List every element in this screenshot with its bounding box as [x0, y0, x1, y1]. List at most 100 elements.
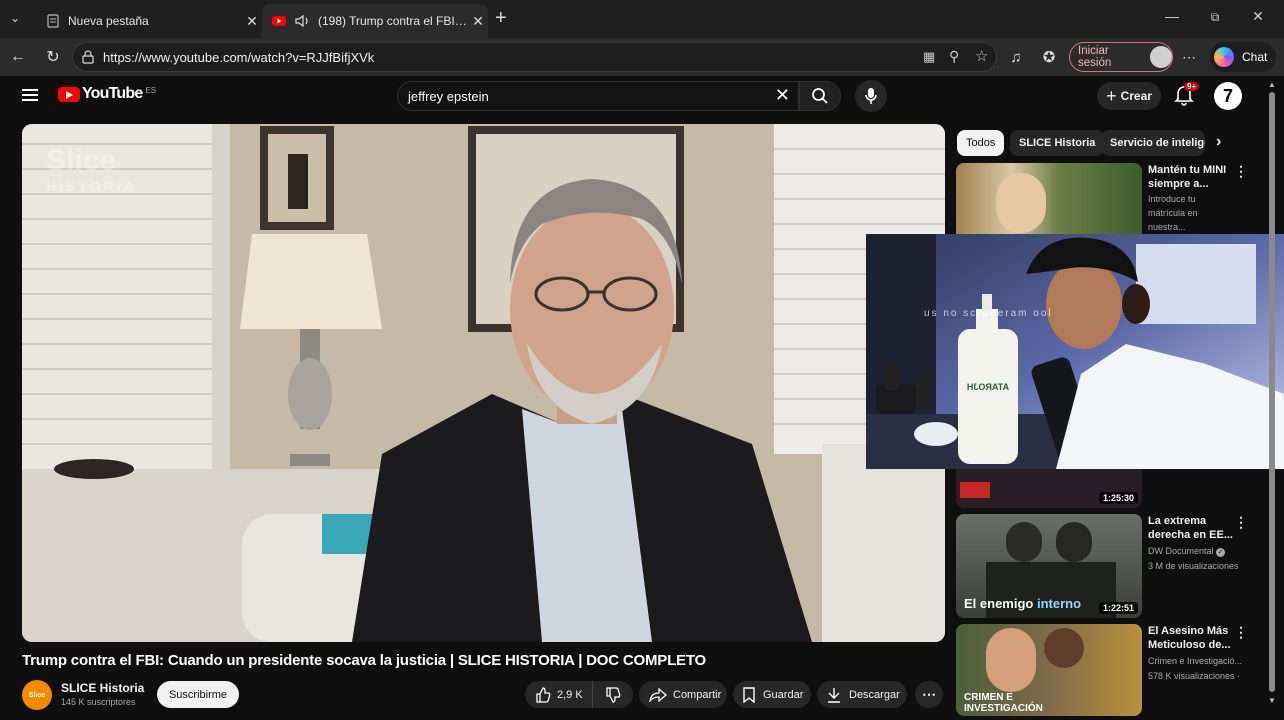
video-thumbnail: El enemigo interno 1:22:51: [956, 514, 1142, 618]
tab-title: (198) Trump contra el FBI: Cua: [318, 14, 468, 28]
subscribe-button[interactable]: Suscribirme: [157, 681, 239, 708]
back-arrow-icon[interactable]: ←: [7, 46, 29, 68]
new-tab-plus-icon[interactable]: +: [495, 7, 507, 30]
favorite-star-icon[interactable]: ☆: [975, 47, 988, 65]
notifications-button[interactable]: 9+: [1174, 82, 1200, 108]
picture-in-picture-video[interactable]: us no scroneram ool ATAROJH: [866, 234, 1284, 469]
site-info-icon[interactable]: [81, 50, 95, 64]
channel-watermark: Slice HISTORIA: [46, 144, 137, 194]
like-dislike-group: 2,9 K: [525, 681, 633, 708]
create-button[interactable]: + Crear: [1097, 82, 1161, 110]
recommendation-item[interactable]: CRIMEN E INVESTIGACIÓN El Asesino Más Me…: [956, 624, 1256, 720]
signin-button[interactable]: Iniciar sesión: [1069, 42, 1173, 72]
more-options-icon[interactable]: ⋮: [1234, 624, 1248, 641]
address-bar[interactable]: https://www.youtube.com/watch?v=RJJfBifj…: [72, 42, 997, 72]
youtube-header: YouTube ES jeffrey epstein ✕ + Crear 9+ …: [0, 76, 1270, 116]
copilot-icon: [1214, 47, 1234, 67]
download-button[interactable]: Descargar: [817, 681, 907, 708]
browser-toolbar: ← ↻ https://www.youtube.com/watch?v=RJJf…: [0, 38, 1284, 76]
favorites-icon[interactable]: ✪: [1038, 46, 1060, 68]
reload-icon[interactable]: ↻: [42, 46, 64, 68]
video-player[interactable]: Slice HISTORIA: [22, 124, 945, 642]
hamburger-menu-icon[interactable]: [22, 88, 38, 102]
like-button[interactable]: 2,9 K: [525, 681, 593, 708]
share-icon: [649, 687, 667, 702]
search-icon: [812, 88, 828, 104]
signin-label: Iniciar sesión: [1078, 45, 1112, 69]
video-title: Mantén tu MINI siempre a...: [1148, 164, 1227, 190]
video-title: La extrema derecha en EE...: [1148, 515, 1233, 541]
channel-avatar[interactable]: Slice: [22, 680, 52, 710]
video-thumbnail: CRIMEN E INVESTIGACIÓN: [956, 624, 1142, 716]
download-icon: [828, 687, 840, 703]
search-button[interactable]: [799, 81, 841, 111]
bookmark-icon: [743, 686, 755, 703]
chip-next-chevron-icon[interactable]: ›: [1216, 133, 1221, 151]
voice-search-button[interactable]: [855, 80, 887, 112]
dislike-button[interactable]: [593, 681, 633, 708]
plus-icon: +: [1106, 85, 1117, 106]
chip-all[interactable]: Todos: [957, 130, 1005, 156]
pip-caption: us no scroneram ool: [924, 308, 1053, 319]
account-avatar[interactable]: 7: [1214, 82, 1242, 110]
page-scrollbar[interactable]: ▲ ▼: [1266, 80, 1278, 712]
video-duration: 1:22:51: [1098, 602, 1138, 614]
thumbs-up-icon: [536, 686, 551, 703]
video-title: Trump contra el FBI: Cuando un president…: [22, 652, 707, 669]
close-tab-icon[interactable]: ✕: [468, 13, 488, 30]
page-icon: [47, 14, 59, 28]
more-actions-button[interactable]: ⋯: [915, 681, 943, 708]
ad-text-line1: Introduce tu: [1148, 194, 1196, 204]
like-count: 2,9 K: [557, 688, 583, 701]
more-menu-icon[interactable]: ⋯: [1178, 46, 1200, 68]
url-text: https://www.youtube.com/watch?v=RJJfBifj…: [103, 50, 375, 65]
tab-list-chevron-icon[interactable]: ⌄: [10, 11, 20, 25]
notification-badge: 9+: [1184, 82, 1200, 91]
tab-strip: ⌄ Nueva pestaña ✕ (198) Trump contra el …: [0, 0, 1284, 38]
logo-text: YouTube: [82, 85, 143, 102]
media-control-icon[interactable]: ♫: [1005, 46, 1027, 68]
view-count: 578 K visualizaciones ·: [1148, 671, 1241, 681]
share-button[interactable]: Compartir: [639, 681, 727, 708]
zoom-icon[interactable]: ⚲: [949, 48, 959, 65]
copilot-chat-button[interactable]: Chat: [1210, 42, 1276, 72]
chip-slice-historia[interactable]: SLICE Historia: [1010, 130, 1105, 156]
tab-new-tab[interactable]: Nueva pestaña ✕: [36, 4, 262, 38]
scroll-up-arrow-icon[interactable]: ▲: [1266, 80, 1278, 89]
restore-icon[interactable]: ⧉: [1200, 10, 1230, 25]
speaker-icon[interactable]: [294, 14, 312, 28]
window-close-icon[interactable]: ✕: [1243, 8, 1273, 25]
chip-intelligence[interactable]: Servicio de inteligencia: [1101, 130, 1205, 156]
youtube-play-icon: [58, 86, 80, 102]
thumbnail-overlay-text: CRIMEN E INVESTIGACIÓN: [964, 692, 1043, 714]
create-label: Crear: [1120, 89, 1152, 103]
thumbnail-overlay-text: El enemigo interno: [964, 596, 1082, 611]
recommendation-item[interactable]: El enemigo interno 1:22:51 La extrema de…: [956, 514, 1256, 618]
ad-text-line3: nuestra...: [1148, 222, 1186, 232]
video-title: El Asesino Más Meticuloso de...: [1148, 625, 1231, 651]
clear-search-icon[interactable]: ✕: [775, 85, 790, 106]
youtube-favicon-icon: [272, 16, 286, 26]
bottle-label: ATAROJH: [966, 382, 1010, 392]
save-button[interactable]: Guardar: [733, 681, 811, 708]
verified-icon: ✓: [1216, 548, 1226, 557]
search-input[interactable]: jeffrey epstein ✕: [397, 81, 799, 111]
channel-name: DW Documental ✓: [1148, 546, 1226, 557]
scroll-down-arrow-icon[interactable]: ▼: [1266, 696, 1278, 705]
video-frame: [22, 124, 945, 642]
search-query: jeffrey epstein: [408, 89, 489, 104]
tab-title: Nueva pestaña: [68, 14, 149, 28]
pip-frame: [866, 234, 1284, 469]
minimize-icon[interactable]: —: [1157, 8, 1187, 24]
scroll-thumb[interactable]: [1269, 92, 1275, 692]
channel-row: Slice SLICE Historia 145 K suscriptores …: [22, 678, 945, 710]
more-options-icon[interactable]: ⋮: [1234, 163, 1248, 180]
view-count: 3 M de visualizaciones: [1148, 561, 1239, 571]
more-options-icon[interactable]: ⋮: [1234, 514, 1248, 531]
channel-name[interactable]: SLICE Historia: [61, 681, 144, 695]
close-tab-icon[interactable]: ✕: [242, 13, 262, 30]
channel-name: Crimen e Investigació...: [1148, 656, 1243, 666]
youtube-logo[interactable]: YouTube ES: [58, 85, 156, 103]
tab-youtube-video[interactable]: (198) Trump contra el FBI: Cua ✕: [262, 4, 488, 38]
app-available-icon[interactable]: ▦: [923, 49, 935, 65]
